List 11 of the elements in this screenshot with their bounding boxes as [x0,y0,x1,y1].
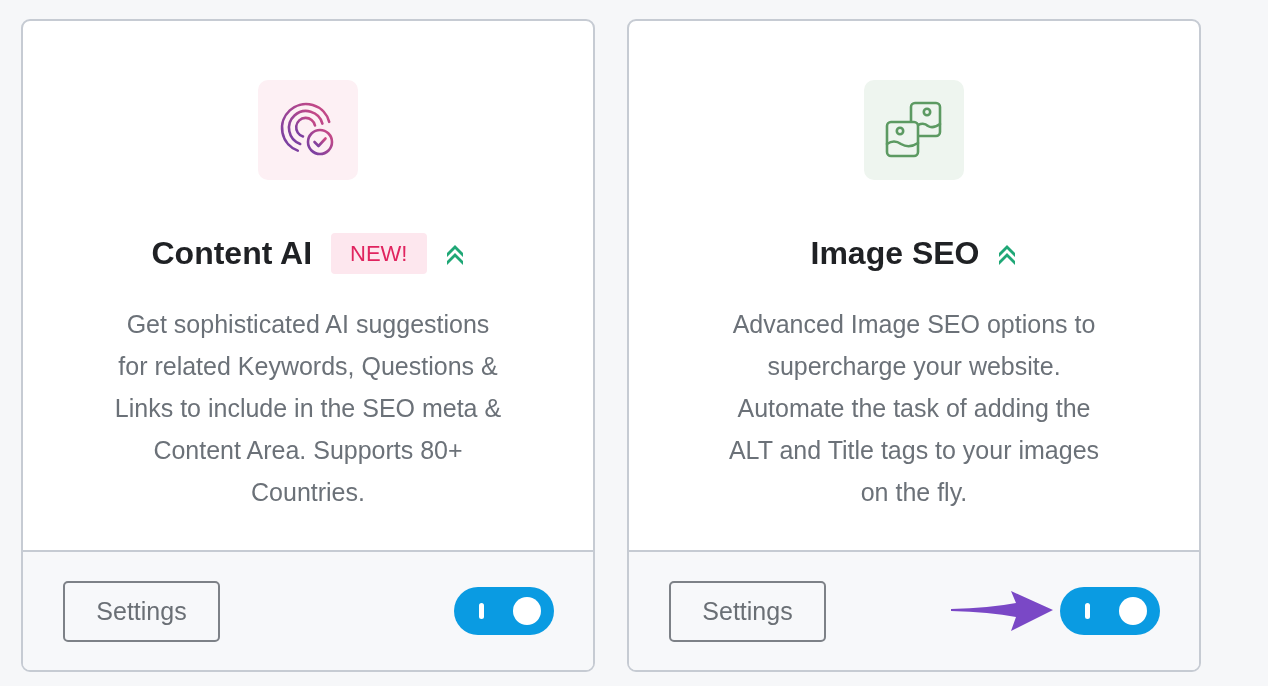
module-description: Get sophisticated AI suggestions for related Keywords, Questions & Links to include in the SEO meta & Content Area. Supports 80+ Countries. [113,309,503,508]
module-title: Image SEO [810,235,980,272]
module-title: Content AI [151,235,313,272]
module-description: Advanced Image SEO options to supercharge your website. Automate the task of adding the ALT and Title tags to your images on the fly. [727,309,1101,508]
settings-button[interactable]: Settings [63,580,220,642]
toggle-switch[interactable] [454,587,554,635]
settings-button[interactable]: Settings [669,580,826,642]
toggle-switch[interactable] [1060,587,1160,635]
arcs-check-icon [258,80,358,180]
new-badge: NEW! [331,233,427,274]
images-icon [864,80,964,180]
